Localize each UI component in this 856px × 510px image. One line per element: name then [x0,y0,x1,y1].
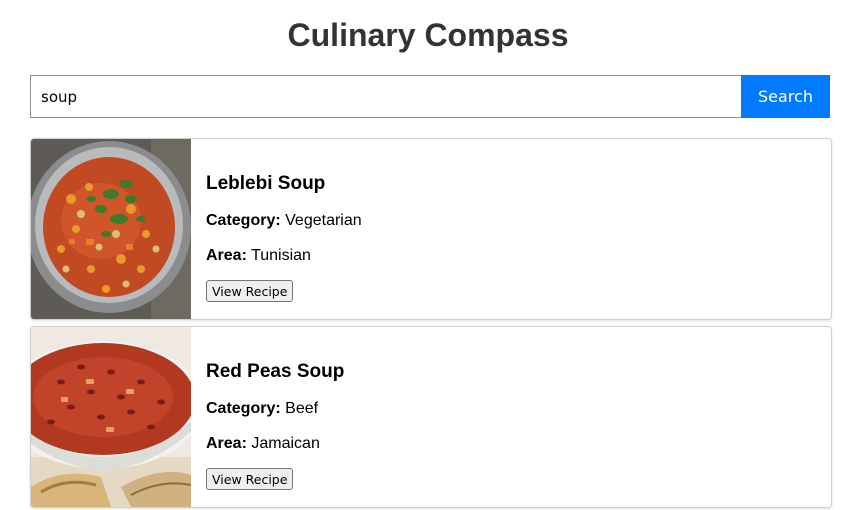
app-title: Culinary Compass [287,17,569,53]
category-value: Vegetarian [285,212,362,229]
category-label: Category: [206,400,281,417]
recipe-area: Area: Tunisian [206,246,362,265]
category-label: Category: [206,212,281,229]
view-recipe-button[interactable]: View Recipe [206,280,294,302]
recipe-thumbnail [31,139,191,319]
category-value: Beef [285,400,319,417]
search-input[interactable] [30,75,741,118]
area-value: Jamaican [251,435,320,452]
search-button[interactable]: Search [741,75,830,118]
area-value: Tunisian [251,247,311,264]
search-bar: Search [30,75,830,118]
recipe-category: Category: Vegetarian [206,211,362,230]
recipe-card: Red Peas Soup Category: Beef Area: Jamai… [30,326,832,508]
card-body: Leblebi Soup Category: Vegetarian Area: … [191,139,362,319]
recipe-title: Red Peas Soup [206,361,345,382]
card-body: Red Peas Soup Category: Beef Area: Jamai… [191,327,344,507]
page: Culinary Compass Search [0,0,856,510]
recipe-title: Leblebi Soup [206,173,326,194]
recipe-category: Category: Beef [206,399,344,418]
view-recipe-button[interactable]: View Recipe [206,468,294,490]
recipe-area: Area: Jamaican [206,434,344,453]
results-list: Leblebi Soup Category: Vegetarian Area: … [30,138,832,510]
area-label: Area: [206,435,247,452]
recipe-card: Leblebi Soup Category: Vegetarian Area: … [30,138,832,320]
area-label: Area: [206,247,247,264]
recipe-thumbnail [31,327,191,507]
